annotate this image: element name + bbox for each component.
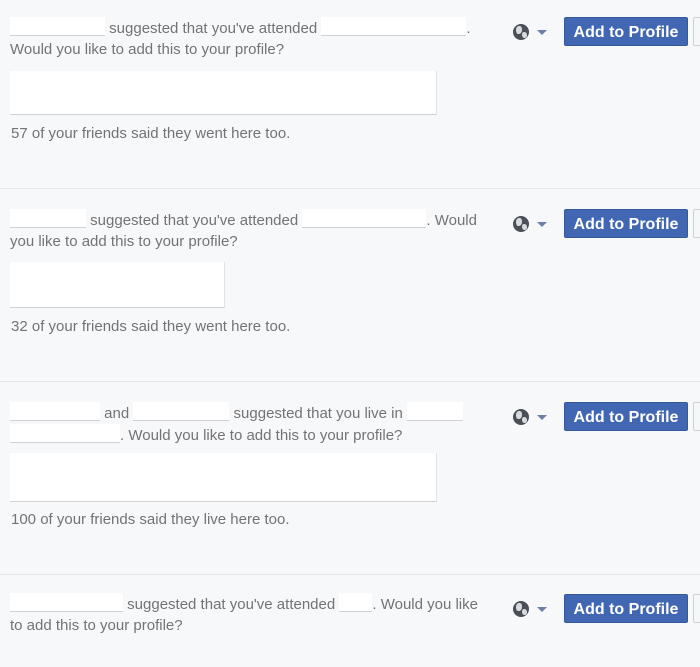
place-preview[interactable] xyxy=(10,453,437,502)
message-text: . Would you like xyxy=(372,596,478,613)
privacy-selector[interactable] xyxy=(513,599,549,619)
redacted-person-name[interactable] xyxy=(10,593,123,612)
redacted-place-name[interactable] xyxy=(10,424,120,443)
message-text: to add this to your profile? xyxy=(10,617,183,634)
redacted-person-name[interactable] xyxy=(133,402,230,421)
globe-icon xyxy=(513,216,529,232)
suggestion-message: and suggested that you live in . Would y… xyxy=(10,402,490,446)
suggestion-card-4: suggested that you've attended . Would y… xyxy=(0,575,700,667)
suggestion-card-1: suggested that you've attended . Would y… xyxy=(0,0,700,188)
add-to-profile-button[interactable]: Add to Profile xyxy=(564,594,688,623)
message-text: suggested that you've attended xyxy=(127,596,336,613)
secondary-button[interactable] xyxy=(693,209,700,238)
globe-icon xyxy=(513,409,529,425)
caret-down-icon xyxy=(537,415,547,420)
suggestion-message: suggested that you've attended . Would y… xyxy=(10,593,500,636)
secondary-button[interactable] xyxy=(693,402,700,431)
place-preview[interactable] xyxy=(10,71,437,115)
secondary-button[interactable] xyxy=(693,17,700,46)
redacted-place-name[interactable] xyxy=(321,17,467,36)
redacted-place-name[interactable] xyxy=(407,402,463,421)
suggestion-card-2: suggested that you've attended . Would y… xyxy=(0,189,700,381)
message-text: and xyxy=(104,405,130,422)
message-text: Would you like to add this to your profi… xyxy=(10,41,285,58)
caret-down-icon xyxy=(537,30,547,35)
redacted-person-name[interactable] xyxy=(10,209,86,228)
redacted-person-name[interactable] xyxy=(10,17,105,36)
friends-count-text: 57 of your friends said they went here t… xyxy=(11,125,291,142)
redacted-place-name[interactable] xyxy=(339,593,373,612)
friends-count-text: 32 of your friends said they went here t… xyxy=(11,318,291,335)
message-text: . Would you like to add this to your pro… xyxy=(120,427,403,444)
caret-down-icon xyxy=(537,607,547,612)
message-text: suggested that you live in xyxy=(233,405,403,422)
add-to-profile-button[interactable]: Add to Profile xyxy=(564,402,688,431)
suggestion-message: suggested that you've attended . Would y… xyxy=(10,17,490,60)
privacy-selector[interactable] xyxy=(513,407,549,427)
secondary-button[interactable] xyxy=(693,594,700,623)
suggestion-message: suggested that you've attended . Would y… xyxy=(10,209,500,252)
privacy-selector[interactable] xyxy=(513,214,549,234)
caret-down-icon xyxy=(537,222,547,227)
add-to-profile-button[interactable]: Add to Profile xyxy=(564,17,688,46)
message-text: . Would xyxy=(426,212,477,229)
add-to-profile-button[interactable]: Add to Profile xyxy=(564,209,688,238)
friends-count-text: 100 of your friends said they live here … xyxy=(11,511,290,528)
globe-icon xyxy=(513,24,529,40)
suggestion-card-3: and suggested that you live in . Would y… xyxy=(0,382,700,574)
redacted-person-name[interactable] xyxy=(10,402,100,421)
message-text: you like to add this to your profile? xyxy=(10,233,238,250)
place-preview[interactable] xyxy=(10,262,225,308)
privacy-selector[interactable] xyxy=(513,22,549,42)
message-text: . xyxy=(466,20,471,37)
redacted-place-name[interactable] xyxy=(302,209,427,228)
message-text: suggested that you've attended xyxy=(90,212,299,229)
globe-icon xyxy=(513,601,529,617)
message-text: suggested that you've attended xyxy=(109,20,318,37)
